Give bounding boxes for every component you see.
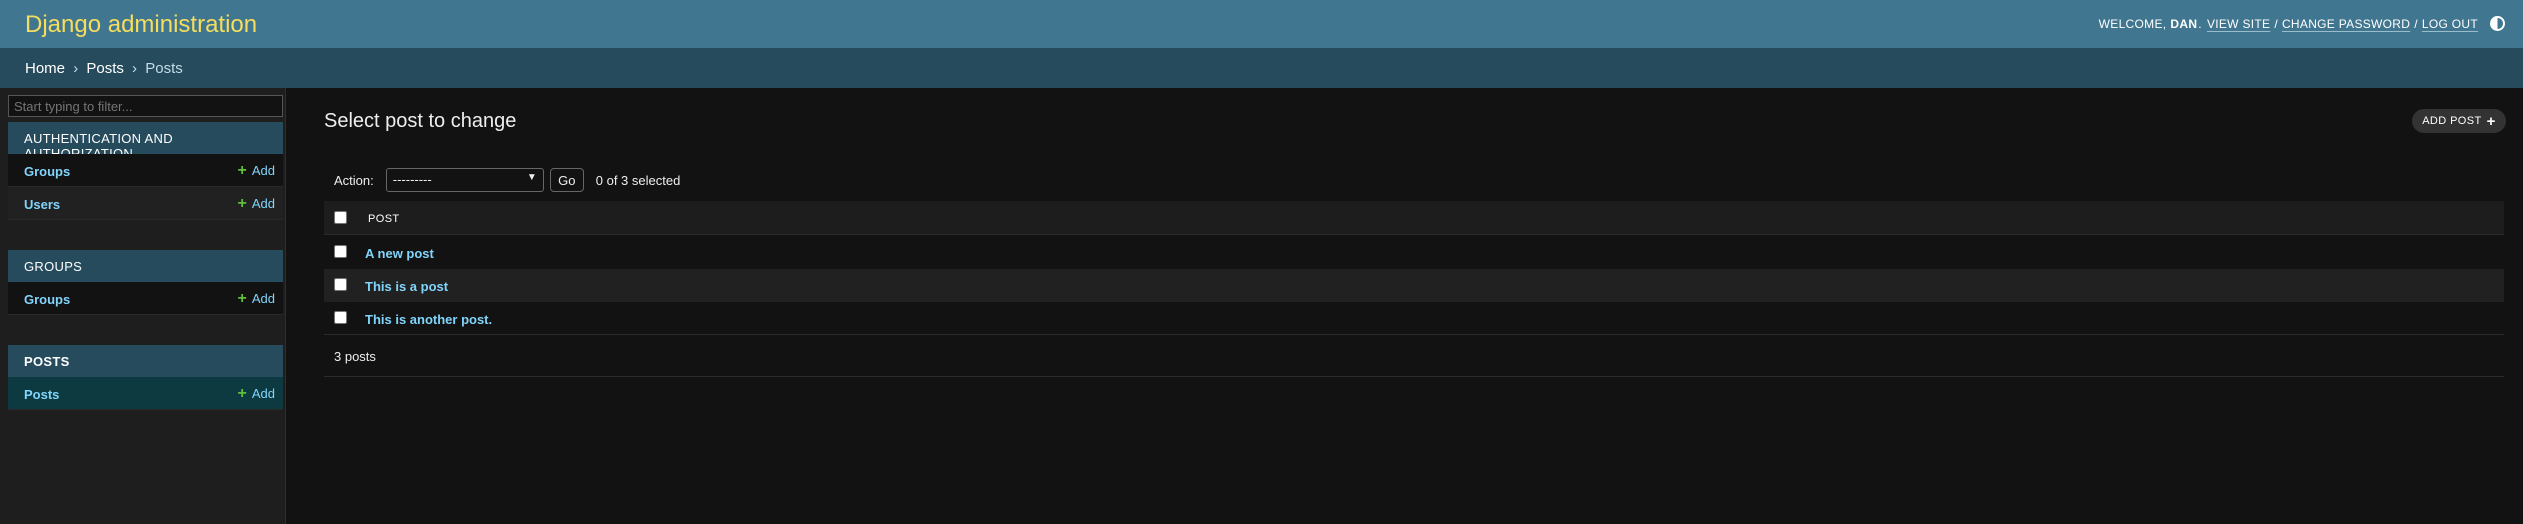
breadcrumb-current: Posts <box>145 60 183 77</box>
row-checkbox[interactable] <box>334 311 347 324</box>
username-period: . <box>2198 16 2202 31</box>
select-all-checkbox[interactable] <box>334 211 347 224</box>
breadcrumb-separator: › <box>132 60 138 77</box>
sidebar-item-label[interactable]: Groups <box>24 292 70 307</box>
breadcrumb-home[interactable]: Home <box>25 60 65 77</box>
module-auth: AUTHENTICATION AND AUTHORIZATION Groups … <box>8 122 283 220</box>
nav-sidebar: AUTHENTICATION AND AUTHORIZATION Groups … <box>0 88 286 524</box>
separator: / <box>2414 16 2418 31</box>
plus-icon: + <box>237 195 247 212</box>
post-link[interactable]: This is a post <box>365 279 448 294</box>
add-label: Add <box>251 196 275 211</box>
action-label: Action: <box>334 172 374 188</box>
view-site-link[interactable]: VIEW SITE <box>2207 17 2270 31</box>
plus-icon: + <box>237 385 247 402</box>
module-caption-posts[interactable]: POSTS <box>8 345 283 377</box>
table-row: This is a post <box>324 269 2504 302</box>
module-caption-auth[interactable]: AUTHENTICATION AND AUTHORIZATION <box>8 122 283 161</box>
result-count: 3 posts <box>334 349 376 364</box>
plus-icon: + <box>237 290 247 307</box>
post-link[interactable]: This is another post. <box>365 312 492 327</box>
add-label: Add <box>251 386 275 401</box>
sidebar-item-label[interactable]: Groups <box>24 164 70 179</box>
sidebar-item-label[interactable]: Posts <box>24 387 59 402</box>
breadcrumb-app[interactable]: Posts <box>86 60 124 77</box>
row-checkbox[interactable] <box>334 278 347 291</box>
sidebar-item-users: Users + Add <box>8 187 283 220</box>
paginator: 3 posts <box>324 334 2504 377</box>
row-checkbox[interactable] <box>334 245 347 258</box>
action-select[interactable]: --------- ▼ <box>385 168 544 192</box>
table-row: A new post <box>324 236 2504 269</box>
user-tools: WELCOME, DAN. VIEW SITE / CHANGE PASSWOR… <box>2099 16 2505 31</box>
add-group-link[interactable]: + Add <box>237 162 275 179</box>
breadcrumb-separator: › <box>73 60 79 77</box>
add-post-button[interactable]: ADD POST + <box>2412 109 2506 133</box>
module-posts: POSTS Posts + Add <box>8 345 283 410</box>
breadcrumb: Home › Posts › Posts <box>0 48 2523 88</box>
site-branding[interactable]: Django administration <box>25 11 257 39</box>
sidebar-item-posts: Posts + Add <box>8 377 283 410</box>
selection-counter: 0 of 3 selected <box>595 172 681 188</box>
add-group-link[interactable]: + Add <box>237 290 275 307</box>
go-button[interactable]: Go <box>549 168 584 192</box>
site-header: Django administration WELCOME, DAN. VIEW… <box>0 0 2523 48</box>
chevron-down-icon: ▼ <box>526 172 537 183</box>
theme-toggle-icon[interactable] <box>2490 16 2505 31</box>
action-selected-value: --------- <box>392 172 432 187</box>
page-title: Select post to change <box>324 110 517 132</box>
table-header: POST <box>324 201 2504 235</box>
add-user-link[interactable]: + Add <box>237 195 275 212</box>
module-caption-groups[interactable]: GROUPS <box>8 250 283 282</box>
sidebar-item-groups: Groups + Add <box>8 282 283 315</box>
sidebar-item-groups: Groups + Add <box>8 154 283 187</box>
add-label: Add <box>251 291 275 306</box>
change-password-link[interactable]: CHANGE PASSWORD <box>2282 17 2410 31</box>
add-post-link[interactable]: + Add <box>237 385 275 402</box>
table-row: This is another post. <box>324 302 2504 335</box>
add-label: Add <box>251 163 275 178</box>
module-groups: GROUPS Groups + Add <box>8 250 283 315</box>
username: DAN <box>2170 16 2198 31</box>
separator: / <box>2274 16 2278 31</box>
plus-icon: + <box>2486 112 2496 130</box>
add-post-label: ADD POST <box>2422 115 2482 127</box>
post-link[interactable]: A new post <box>365 246 434 261</box>
log-out-link[interactable]: LOG OUT <box>2422 17 2478 31</box>
welcome-text: WELCOME, <box>2098 16 2167 31</box>
plus-icon: + <box>237 162 247 179</box>
sidebar-item-label[interactable]: Users <box>24 197 60 212</box>
nav-filter-input[interactable] <box>8 95 283 117</box>
actions-bar: Action: --------- ▼ Go 0 of 3 selected <box>324 160 2504 200</box>
column-header-post[interactable]: POST <box>368 213 400 225</box>
